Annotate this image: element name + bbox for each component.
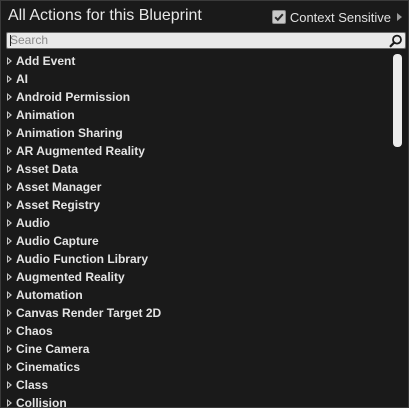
category-row[interactable]: AR Augmented Reality: [1, 142, 391, 160]
expand-arrow-icon[interactable]: [7, 129, 12, 137]
category-label: Cinematics: [16, 360, 81, 374]
context-sensitive-label: Context Sensitive: [289, 9, 391, 25]
expand-arrow-icon[interactable]: [7, 75, 12, 83]
category-label: AR Augmented Reality: [16, 144, 145, 158]
category-row[interactable]: Augmented Reality: [1, 268, 391, 286]
expand-arrow-icon[interactable]: [7, 183, 12, 191]
category-label: Audio Function Library: [16, 252, 148, 266]
search-box[interactable]: [6, 32, 406, 49]
expand-arrow-icon[interactable]: [7, 399, 12, 407]
category-row[interactable]: Collision: [1, 394, 391, 408]
scrollbar[interactable]: [393, 54, 402, 406]
category-label: Asset Registry: [16, 198, 101, 212]
category-row[interactable]: Cine Camera: [1, 340, 391, 358]
expand-arrow-icon[interactable]: [7, 381, 12, 389]
category-row[interactable]: Chaos: [1, 322, 391, 340]
category-row[interactable]: Asset Registry: [1, 196, 391, 214]
panel-title: All Actions for this Blueprint: [8, 7, 202, 24]
category-row[interactable]: Add Event: [1, 52, 391, 70]
expand-arrow-icon[interactable]: [7, 345, 12, 353]
category-label: Class: [16, 378, 49, 392]
category-row[interactable]: Canvas Render Target 2D: [1, 304, 391, 322]
expand-arrow-icon[interactable]: [7, 93, 12, 101]
category-row[interactable]: Class: [1, 376, 391, 394]
category-label: Collision: [16, 396, 67, 408]
expand-arrow-icon[interactable]: [7, 165, 12, 173]
category-row[interactable]: Animation Sharing: [1, 124, 391, 142]
category-label: Animation: [16, 108, 75, 122]
category-label: Asset Data: [16, 162, 79, 176]
expand-arrow-icon[interactable]: [7, 309, 12, 317]
category-label: Automation: [16, 288, 83, 302]
category-label: Asset Manager: [16, 180, 102, 194]
category-label: Audio Capture: [16, 234, 99, 248]
category-label: Cine Camera: [16, 342, 90, 356]
expand-arrow-icon[interactable]: [7, 111, 12, 119]
category-label: Chaos: [16, 324, 53, 338]
triangle-right-icon[interactable]: [397, 13, 402, 21]
category-list: Add Event AI Android Permission Animation An…: [1, 52, 391, 408]
header: All Actions for this Blueprint Context S…: [1, 1, 408, 31]
context-sensitive-checkbox[interactable]: [271, 10, 286, 24]
expand-arrow-icon[interactable]: [7, 147, 12, 155]
category-label: Add Event: [16, 54, 76, 68]
expand-arrow-icon[interactable]: [7, 201, 12, 209]
search-icon[interactable]: [389, 34, 403, 48]
category-row[interactable]: AI: [1, 70, 391, 88]
category-label: Canvas Render Target 2D: [16, 306, 162, 320]
expand-arrow-icon[interactable]: [7, 291, 12, 299]
scrollbar-thumb[interactable]: [393, 54, 402, 147]
category-row[interactable]: Asset Data: [1, 160, 391, 178]
action-menu-panel: All Actions for this Blueprint Context S…: [0, 0, 409, 408]
search-input[interactable]: [10, 33, 380, 48]
category-row[interactable]: Animation: [1, 106, 391, 124]
category-row[interactable]: Automation: [1, 286, 391, 304]
context-sensitive-toggle[interactable]: Context Sensitive: [271, 9, 402, 25]
category-row[interactable]: Cinematics: [1, 358, 391, 376]
category-label: Android Permission: [16, 90, 131, 104]
category-row[interactable]: Audio: [1, 214, 391, 232]
expand-arrow-icon[interactable]: [7, 363, 12, 371]
expand-arrow-icon[interactable]: [7, 255, 12, 263]
category-row[interactable]: Android Permission: [1, 88, 391, 106]
category-label: Augmented Reality: [16, 270, 125, 284]
category-row[interactable]: Asset Manager: [1, 178, 391, 196]
category-label: Audio: [16, 216, 50, 230]
category-row[interactable]: Audio Function Library: [1, 250, 391, 268]
expand-arrow-icon[interactable]: [7, 219, 12, 227]
text-caret: [10, 35, 11, 46]
checkmark-icon: [274, 13, 284, 22]
category-label: Animation Sharing: [16, 126, 123, 140]
expand-arrow-icon[interactable]: [7, 327, 12, 335]
expand-arrow-icon[interactable]: [7, 57, 12, 65]
expand-arrow-icon[interactable]: [7, 237, 12, 245]
category-row[interactable]: Audio Capture: [1, 232, 391, 250]
category-label: AI: [16, 72, 28, 86]
expand-arrow-icon[interactable]: [7, 273, 12, 281]
